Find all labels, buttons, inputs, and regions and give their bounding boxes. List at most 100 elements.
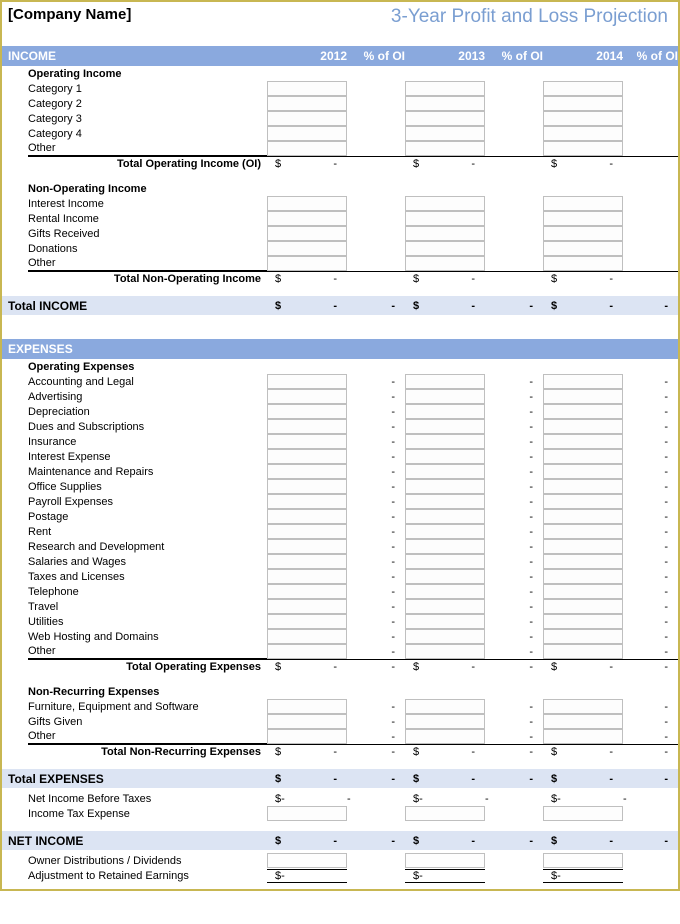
value-input[interactable] [405,584,485,599]
value-input[interactable] [543,539,623,554]
value-input[interactable] [267,374,347,389]
value-input[interactable] [543,644,623,659]
value-input[interactable] [543,389,623,404]
value-input[interactable] [405,81,485,96]
value-input[interactable] [267,629,347,644]
value-input[interactable] [543,524,623,539]
value-input[interactable] [267,554,347,569]
value-input[interactable] [543,81,623,96]
value-input[interactable] [405,241,485,256]
tax-exp-input-2014[interactable] [543,806,623,821]
value-input[interactable] [267,479,347,494]
value-input[interactable] [405,524,485,539]
tax-exp-input-2013[interactable] [405,806,485,821]
value-input[interactable] [267,494,347,509]
value-input[interactable] [543,614,623,629]
value-input[interactable] [405,629,485,644]
tax-exp-input-2012[interactable] [267,806,347,821]
value-input[interactable] [405,126,485,141]
value-input[interactable] [267,419,347,434]
value-input[interactable] [267,644,347,659]
value-input[interactable] [267,464,347,479]
value-input[interactable] [405,699,485,714]
value-input[interactable] [267,389,347,404]
value-input[interactable] [267,141,347,156]
value-input[interactable] [543,479,623,494]
value-input[interactable] [543,464,623,479]
value-input[interactable] [543,584,623,599]
value-input[interactable] [543,256,623,271]
value-input[interactable] [543,599,623,614]
value-input[interactable] [267,256,347,271]
value-input[interactable] [405,599,485,614]
value-input[interactable] [405,196,485,211]
value-input[interactable] [405,226,485,241]
value-input[interactable] [405,714,485,729]
value-input[interactable] [405,211,485,226]
value-input[interactable] [405,539,485,554]
value-input[interactable] [405,554,485,569]
value-input[interactable] [267,111,347,126]
value-input[interactable] [405,729,485,744]
value-input[interactable] [543,419,623,434]
value-input[interactable] [267,126,347,141]
value-input[interactable] [405,509,485,524]
value-input[interactable] [405,449,485,464]
value-input[interactable] [543,374,623,389]
value-input[interactable] [267,569,347,584]
value-input[interactable] [267,699,347,714]
value-input[interactable] [543,434,623,449]
value-input[interactable] [405,111,485,126]
value-input[interactable] [267,584,347,599]
value-input[interactable] [543,449,623,464]
value-input[interactable] [267,96,347,111]
value-input[interactable] [543,714,623,729]
value-input[interactable] [405,644,485,659]
value-input[interactable] [267,449,347,464]
value-input[interactable] [405,569,485,584]
value-input[interactable] [543,241,623,256]
value-input[interactable] [267,211,347,226]
value-input[interactable] [543,226,623,241]
value-input[interactable] [543,494,623,509]
value-input[interactable] [267,714,347,729]
value-input[interactable] [267,509,347,524]
value-input[interactable] [543,629,623,644]
value-input[interactable] [405,256,485,271]
value-input[interactable] [543,699,623,714]
value-input[interactable] [543,554,623,569]
value-input[interactable] [405,494,485,509]
value-input[interactable] [405,479,485,494]
owner-dist-input-2014[interactable] [543,853,623,868]
value-input[interactable] [405,96,485,111]
value-input[interactable] [543,96,623,111]
value-input[interactable] [405,404,485,419]
value-input[interactable] [543,196,623,211]
value-input[interactable] [267,539,347,554]
value-input[interactable] [267,241,347,256]
value-input[interactable] [405,614,485,629]
value-input[interactable] [267,81,347,96]
value-input[interactable] [543,211,623,226]
owner-dist-input-2012[interactable] [267,853,347,868]
value-input[interactable] [543,509,623,524]
value-input[interactable] [405,389,485,404]
value-input[interactable] [543,404,623,419]
value-input[interactable] [543,729,623,744]
owner-dist-input-2013[interactable] [405,853,485,868]
value-input[interactable] [267,729,347,744]
value-input[interactable] [267,196,347,211]
value-input[interactable] [405,464,485,479]
value-input[interactable] [267,226,347,241]
value-input[interactable] [543,569,623,584]
value-input[interactable] [405,374,485,389]
value-input[interactable] [405,419,485,434]
value-input[interactable] [543,126,623,141]
value-input[interactable] [543,111,623,126]
value-input[interactable] [405,434,485,449]
value-input[interactable] [267,404,347,419]
value-input[interactable] [405,141,485,156]
value-input[interactable] [267,524,347,539]
value-input[interactable] [267,434,347,449]
value-input[interactable] [267,614,347,629]
